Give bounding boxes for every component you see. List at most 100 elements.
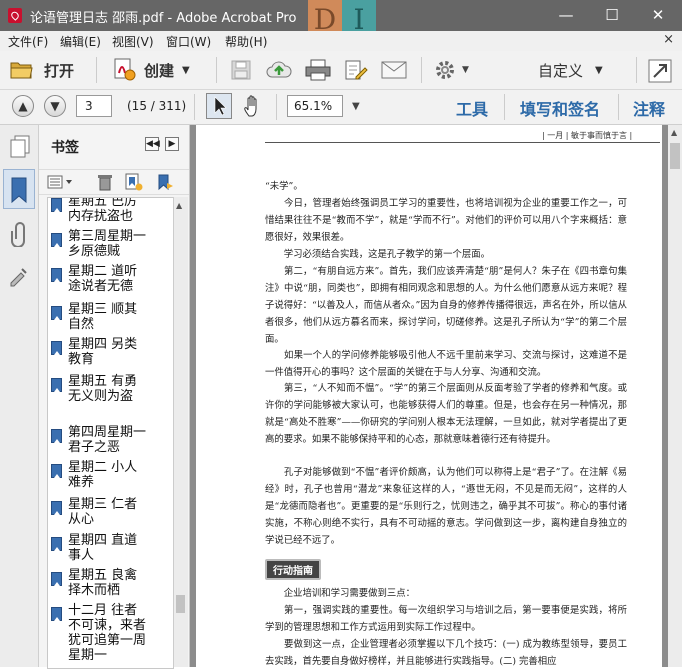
toolbar-divider (194, 94, 195, 120)
create-pdf-icon (114, 58, 136, 81)
paragraph: 第三，“人不知而不愠”。“学”的第三个层面则从反面考验了学者的修养和气度。或许你… (265, 383, 627, 446)
bookmark-icon (51, 198, 62, 212)
menu-edit[interactable]: 编辑(E) (60, 33, 101, 50)
bookmark-item[interactable]: 第四周星期一 君子之恶 (68, 425, 148, 455)
delete-bookmark-icon[interactable] (97, 173, 113, 191)
bookmark-item[interactable]: 星期五 巴厉内存扰盗也 (68, 198, 148, 224)
menu-help[interactable]: 帮助(H) (225, 33, 267, 50)
page-thumbnails-icon[interactable] (9, 135, 31, 159)
chevron-down-icon: ▼ (595, 64, 603, 76)
document-scrollbar[interactable]: ▲ (668, 125, 682, 667)
paragraph: 企业培训和学习需要做到三点： (265, 588, 416, 599)
running-head: | 一月 | 敏于事而慎于言 | (542, 131, 633, 140)
bookmark-item[interactable]: 星期三 仁者从心 (68, 497, 148, 527)
chevron-down-icon[interactable]: ▼ (462, 65, 469, 75)
bookmark-item[interactable]: 星期五 良禽择木而栖 (68, 568, 148, 598)
toolbar-divider (618, 94, 619, 120)
paragraph: 学习必须结合实践，这是孔子教学的第一个层面。 (265, 249, 491, 260)
customize-dropdown[interactable]: 自定义 ▼ (538, 58, 603, 82)
fill-sign-pane-link[interactable]: 填写和签名 (520, 96, 600, 120)
previous-page-button[interactable]: ▲ (12, 95, 34, 117)
bookmarks-scroll-thumb[interactable] (176, 595, 185, 613)
menu-file[interactable]: 文件(F) (8, 33, 48, 50)
action-guide-tag: 行动指南 (265, 559, 321, 580)
window-title: 论语管理日志 邵雨.pdf - Adobe Acrobat Pro (30, 11, 297, 26)
document-scroll-thumb[interactable] (670, 143, 680, 169)
folder-icon (10, 62, 33, 79)
bookmark-item[interactable]: 星期二 小人难养 (68, 460, 148, 490)
paragraph: 孔子对能够做到“不愠”者评价颇高，认为他们可以称得上是“君子”了。在注解《易经》… (265, 467, 627, 547)
hide-panel-button[interactable]: ▶ (165, 137, 179, 151)
zoom-input[interactable]: 65.1% (287, 95, 343, 117)
toolbar-divider (216, 57, 217, 83)
open-button[interactable]: 打开 (10, 58, 74, 82)
bookmark-icon (51, 537, 62, 551)
chevron-down-icon: ▼ (182, 64, 190, 76)
options-menu-icon[interactable] (47, 174, 75, 190)
create-label: 创建 (144, 61, 175, 80)
scroll-up-icon[interactable]: ▲ (176, 201, 182, 210)
customize-label: 自定义 (538, 61, 584, 80)
hand-tool-icon[interactable] (243, 95, 265, 119)
bookmark-item[interactable]: 星期五 有勇无义则为盗 (68, 374, 148, 404)
bookmark-icon (51, 306, 62, 320)
page-number-input[interactable]: 3 (76, 95, 112, 117)
toolbar-divider (276, 94, 277, 120)
email-icon[interactable] (381, 61, 407, 79)
comment-pane-link[interactable]: 注释 (633, 96, 665, 120)
bookmarks-panel-button[interactable] (3, 169, 35, 209)
menu-window[interactable]: 窗口(W) (166, 33, 211, 50)
main-toolbar: 打开 创建 ▼ ▼ 自定义 ▼ (0, 51, 682, 90)
zoom-dropdown-chevron-icon[interactable]: ▼ (352, 101, 360, 112)
paragraph: 第二，“有朋自远方来”。首先，我们应该弄清楚“朋”是何人？朱子在《四书章句集注》… (265, 266, 627, 346)
edit-document-icon[interactable] (344, 59, 368, 81)
acrobat-app-icon (8, 8, 22, 23)
bookmark-from-selection-icon[interactable] (155, 173, 175, 191)
bookmark-icon (51, 341, 62, 355)
document-viewport: | 一月 | 敏于事而慎于言 | “未学”。 今日，管理者始终强调员工学习的重要… (190, 125, 682, 667)
cloud-upload-icon[interactable] (266, 59, 292, 81)
paragraph: “未学”。 (265, 181, 303, 192)
bookmarks-scrollbar[interactable]: ▲ (173, 197, 188, 667)
bookmark-item[interactable]: 星期四 直道事人 (68, 533, 148, 563)
menu-bar: 文件(F) 编辑(E) 视图(V) 窗口(W) 帮助(H) × (0, 31, 682, 51)
scroll-up-icon[interactable]: ▲ (671, 128, 677, 137)
paragraph: 如果一个人的学问修养能够吸引他人不远千里前来学习、交流与探讨，这难道不是一件值得… (265, 350, 627, 379)
print-icon[interactable] (305, 59, 331, 81)
toolbar-divider (96, 57, 97, 83)
signature-icon[interactable] (9, 265, 31, 287)
bookmark-item[interactable]: 星期二 道听途说者无德 (68, 264, 148, 294)
close-document-icon[interactable]: × (663, 32, 674, 47)
bookmarks-header: 书签 ◀◀ ▶ (39, 125, 189, 165)
minimize-button[interactable]: — (546, 5, 586, 25)
bookmarks-title: 书签 (51, 140, 79, 156)
title-bar: 论语管理日志 邵雨.pdf - Adobe Acrobat Pro D I — … (0, 0, 682, 40)
navigation-toolbar: ▲ ▼ 3 (15 / 311) 65.1% ▼ 工具 填写和签名 注释 (0, 90, 682, 125)
bookmark-item[interactable]: 第三周星期一 乡原德贼 (68, 229, 148, 259)
select-tool-button[interactable] (206, 93, 232, 119)
bookmark-icon (51, 501, 62, 515)
bookmark-icon (11, 177, 27, 204)
create-button[interactable]: 创建 ▼ (112, 58, 190, 82)
bookmark-item[interactable]: 星期四 另类教育 (68, 337, 148, 367)
close-window-button[interactable]: ✕ (638, 5, 678, 25)
gear-icon[interactable] (435, 60, 455, 80)
collapse-panel-button[interactable]: ◀◀ (145, 137, 160, 151)
open-label: 打开 (44, 61, 75, 80)
toolbar-divider (504, 94, 505, 120)
bookmark-item[interactable]: 星期三 顺其自然 (68, 302, 148, 332)
maximize-button[interactable]: ☐ (592, 5, 632, 25)
bookmark-icon (51, 268, 62, 282)
save-icon[interactable] (231, 60, 251, 80)
expand-icon[interactable] (648, 59, 672, 83)
paperclip-icon[interactable] (10, 221, 30, 247)
bookmark-icon (51, 572, 62, 586)
tools-pane-link[interactable]: 工具 (456, 96, 488, 120)
next-page-button[interactable]: ▼ (44, 95, 66, 117)
menu-view[interactable]: 视图(V) (112, 33, 154, 50)
zoom-value: 65.1% (294, 99, 333, 113)
new-bookmark-icon[interactable] (125, 173, 143, 191)
bookmark-item[interactable]: 十二月 往者不可谏，来者犹可追第一周星期一 (68, 603, 148, 663)
running-head-rule (265, 142, 660, 143)
pdf-page: | 一月 | 敏于事而慎于言 | “未学”。 今日，管理者始终强调员工学习的重要… (196, 125, 662, 667)
